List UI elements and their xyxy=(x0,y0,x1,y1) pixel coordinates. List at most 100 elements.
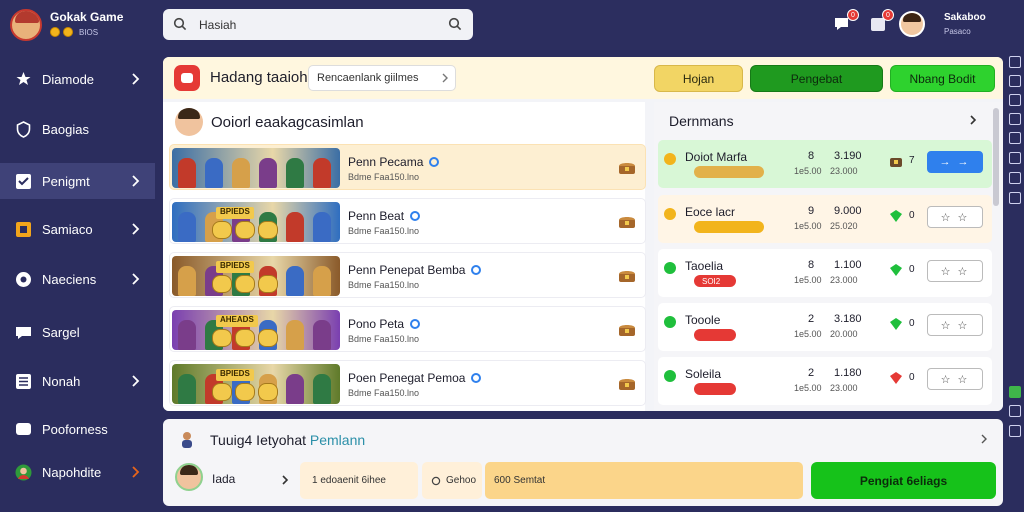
sidebar-item-napohdite[interactable]: Napohdite xyxy=(0,454,155,490)
game-subtitle: Bdme Faa150.lno xyxy=(348,388,420,398)
table-row[interactable]: Soleila 2 1e5.00 1.180 23.000 0 ☆ ☆ xyxy=(658,357,992,405)
verified-icon xyxy=(410,319,421,329)
game-subtitle: Bdme Faa150.lno xyxy=(348,334,420,344)
filter-value: Rencaenlank giilmes xyxy=(317,72,419,84)
rank-value: 8 xyxy=(808,259,815,271)
hojan-button[interactable]: Hojan xyxy=(654,65,743,92)
rail-icon[interactable] xyxy=(1009,192,1021,204)
pill-icon xyxy=(212,383,232,401)
avatar[interactable] xyxy=(899,11,925,37)
sidebar-item-label: Napohdite xyxy=(42,465,102,480)
game-banner[interactable]: AHEADS xyxy=(172,310,340,350)
chest-icon[interactable] xyxy=(618,321,636,337)
submit-button[interactable]: Pengiat 6eliags xyxy=(811,462,996,499)
inbox-icon[interactable]: 0 xyxy=(868,9,894,34)
scrollbar-thumb[interactable] xyxy=(993,108,999,206)
table-row[interactable]: Doiot Marfa 8 1e5.00 3.190 23.000 7 → → xyxy=(658,140,992,188)
table-row[interactable]: Eoce lacr 9 1e5.00 9.000 25.020 0 ☆ ☆ xyxy=(658,195,992,243)
player-name: Tooole xyxy=(685,313,721,327)
action-button[interactable]: ☆ ☆ xyxy=(927,260,983,282)
rail-icon[interactable] xyxy=(1009,405,1021,417)
search-value: Hasiah xyxy=(199,18,237,32)
item-count: 0 xyxy=(909,372,915,383)
sidebar-item-diamode[interactable]: Diamode xyxy=(0,61,155,97)
rail-icon[interactable] xyxy=(1009,172,1021,184)
score-subvalue: 23.000 xyxy=(830,383,858,393)
message-icon xyxy=(16,423,31,435)
game-banner[interactable]: BPIEDS xyxy=(172,364,340,404)
pengebat-button[interactable]: Pengebat xyxy=(750,65,883,92)
brand-subtitle: BIOS xyxy=(79,27,99,37)
scrollbar[interactable] xyxy=(993,106,999,406)
rail-icon[interactable] xyxy=(1009,386,1021,398)
game-logo-icon xyxy=(174,65,200,91)
game-banner[interactable]: BPIEDS xyxy=(172,202,340,242)
rail-icon[interactable] xyxy=(1009,113,1021,125)
chevron-right-icon[interactable] xyxy=(281,474,289,486)
search-submit-icon[interactable] xyxy=(448,17,462,31)
list-item[interactable]: AHEADS Pono Peta Bdme Faa150.lno xyxy=(169,306,646,352)
prize-field[interactable]: 600 Semtat xyxy=(485,462,803,499)
chat-icon[interactable]: 0 xyxy=(833,9,859,34)
chest-icon[interactable] xyxy=(618,267,636,283)
chevron-right-icon[interactable] xyxy=(980,433,988,445)
filter-select[interactable]: Rencaenlank giilmes xyxy=(308,65,456,91)
banner-label: BPIEDS xyxy=(216,207,254,219)
coin-icon xyxy=(63,27,73,37)
rank-subvalue: 1e5.00 xyxy=(794,221,822,231)
square-icon xyxy=(16,222,31,237)
chevron-right-icon[interactable] xyxy=(969,114,977,126)
search-input[interactable]: Hasiah xyxy=(163,9,473,40)
table-row[interactable]: Tooole 2 1e5.00 3.180 20.000 0 ☆ ☆ xyxy=(658,303,992,351)
brand-title: Gokak Game xyxy=(50,10,124,24)
action-button[interactable]: ☆ ☆ xyxy=(927,314,983,336)
bottom-title: Tuuig4 Ietyohat Pemlann xyxy=(210,432,365,448)
rail-icon[interactable] xyxy=(1009,425,1021,437)
nbang-bodit-button[interactable]: Nbang Bodit xyxy=(890,65,995,92)
action-button[interactable]: ☆ ☆ xyxy=(927,368,983,390)
option-field[interactable]: Gehoo xyxy=(422,462,482,499)
chest-icon[interactable] xyxy=(618,213,636,229)
user-name: Sakaboo xyxy=(944,12,986,23)
sidebar-item-penigmt[interactable]: Penigmt xyxy=(0,163,155,199)
sidebar-item-nonah[interactable]: Nonah xyxy=(0,363,155,399)
rail-icon[interactable] xyxy=(1009,75,1021,87)
banner-pills xyxy=(212,329,278,347)
list-item[interactable]: Penn Pecama Bdme Faa150.lno xyxy=(169,144,646,190)
game-banner[interactable]: BPIEDS xyxy=(172,256,340,296)
rail-icon[interactable] xyxy=(1009,132,1021,144)
rail-icon[interactable] xyxy=(1009,152,1021,164)
game-banner[interactable] xyxy=(172,148,340,188)
action-button[interactable]: → → xyxy=(927,151,983,173)
brand-avatar[interactable] xyxy=(10,9,42,41)
user-label: Iada xyxy=(212,472,236,486)
sidebar-item-sargel[interactable]: Sargel xyxy=(0,314,155,350)
list-item[interactable]: BPIEDS Penn Beat Bdme Faa150.lno xyxy=(169,198,646,244)
character-figure xyxy=(178,266,196,296)
table-row[interactable]: Taoelia SOI2 8 1e5.00 1.100 23.000 0 ☆ ☆ xyxy=(658,249,992,297)
rail-icon[interactable] xyxy=(1009,56,1021,68)
chevron-right-icon xyxy=(132,223,140,235)
gem-icon xyxy=(890,318,902,330)
list-item[interactable]: BPIEDS Penn Penepat Bemba Bdme Faa150.lno xyxy=(169,252,646,298)
list-item[interactable]: BPIEDS Poen Penegat Pemoa Bdme Faa150.lno xyxy=(169,360,646,406)
rail-icon[interactable] xyxy=(1009,94,1021,106)
character-figure xyxy=(313,320,331,350)
rank-subvalue: 1e5.00 xyxy=(794,329,822,339)
prize-value: 600 Semtat xyxy=(494,475,546,486)
star-icon xyxy=(16,72,31,85)
character-figure xyxy=(259,158,277,188)
chest-icon[interactable] xyxy=(618,375,636,391)
sidebar-item-baogias[interactable]: Baogias xyxy=(0,111,155,147)
sidebar-item-label: Sargel xyxy=(42,325,80,340)
amount-field[interactable]: 1 edoaenit 6ihee xyxy=(300,462,418,499)
sidebar-item-pooforness[interactable]: Pooforness xyxy=(0,411,155,447)
game-name: Poen Penegat Pemoa xyxy=(348,371,482,385)
action-button[interactable]: ☆ ☆ xyxy=(927,206,983,228)
character-figure xyxy=(205,158,223,188)
game-title: Penn Beat xyxy=(348,209,405,223)
chest-icon[interactable] xyxy=(618,159,636,175)
sidebar-item-label: Naeciens xyxy=(42,272,97,287)
sidebar-item-naeciens[interactable]: Naeciens xyxy=(0,261,155,297)
sidebar-item-samiaco[interactable]: Samiaco xyxy=(0,211,155,247)
